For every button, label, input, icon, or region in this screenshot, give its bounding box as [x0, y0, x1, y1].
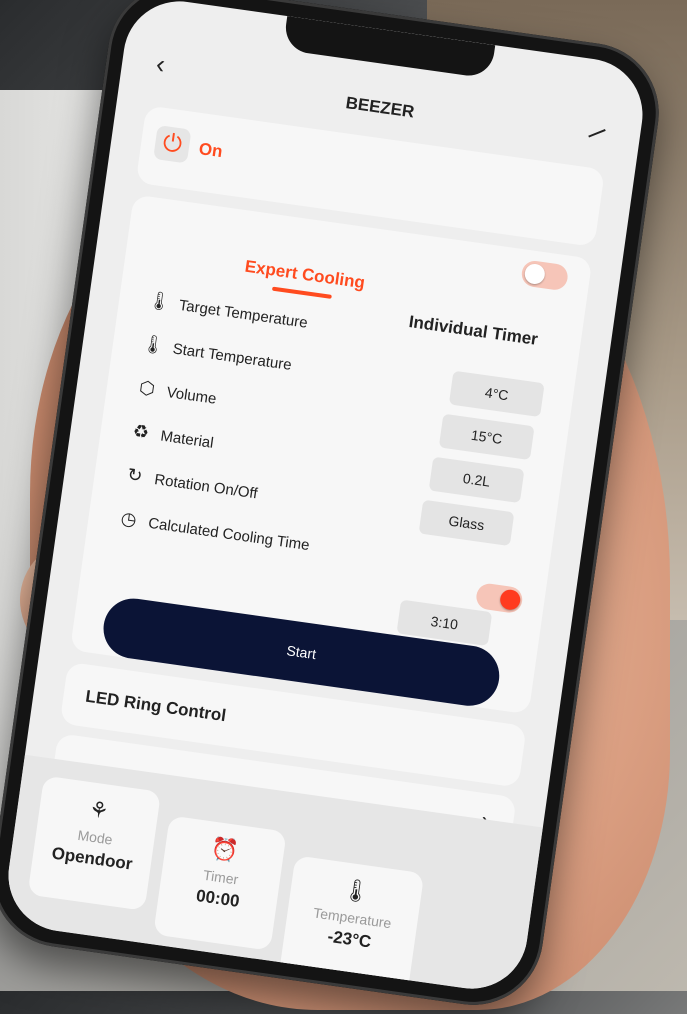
power-icon[interactable]: ⏻ — [153, 125, 192, 164]
power-status: On — [197, 139, 224, 162]
material-value[interactable]: 0.2L — [428, 456, 525, 504]
setting-volume: ⬡ Volume — [132, 377, 218, 418]
setting-label: Rotation On/Off — [153, 471, 259, 503]
rotation-value[interactable]: Glass — [418, 499, 515, 547]
tab-indicator — [271, 286, 332, 299]
setting-target-temperature: 🌡 Target Temperature — [145, 289, 309, 341]
setting-cooling-time: ◷ Calculated Cooling Time — [114, 507, 311, 564]
setting-label: Calculated Cooling Time — [147, 514, 311, 555]
start-temperature-value[interactable]: 4°C — [448, 370, 545, 418]
rotation-toggle[interactable] — [474, 582, 524, 615]
timer-tile[interactable]: ⏰ Timer 00:00 — [153, 815, 287, 951]
setting-label: Volume — [165, 383, 218, 408]
phone-screen: ‹ BEEZER ⏻ On Expert Cooling Individual … — [1, 0, 650, 996]
recycle-icon: ♻ — [131, 420, 151, 443]
clock-icon: ◷ — [119, 507, 138, 530]
thermometer-icon: 🌡 — [146, 289, 173, 313]
led-ring-control-label: LED Ring Control — [84, 686, 228, 726]
cooling-card: Expert Cooling Individual Timer 🌡 Target … — [69, 194, 593, 715]
power-toggle[interactable] — [520, 259, 570, 292]
notch — [282, 15, 495, 79]
setting-label: Target Temperature — [177, 296, 309, 332]
mode-tile[interactable]: ⚘ Mode Opendoor — [27, 775, 162, 911]
setting-start-temperature: 🌡 Start Temperature — [139, 333, 293, 384]
temperature-tile[interactable]: 🌡 Temperature -23°C — [278, 855, 425, 993]
thermometer-down-icon: 🌡 — [140, 333, 166, 357]
cube-icon: ⬡ — [137, 377, 157, 400]
setting-material: ♻ Material — [126, 420, 215, 462]
setting-label: Start Temperature — [171, 340, 293, 374]
setting-rotation: ↻ Rotation On/Off — [120, 464, 259, 513]
volume-value[interactable]: 15°C — [438, 413, 535, 461]
rotate-icon: ↻ — [126, 464, 144, 487]
tab-expert-cooling[interactable]: Expert Cooling — [244, 257, 366, 294]
setting-label: Material — [159, 427, 215, 452]
tab-individual-timer[interactable]: Individual Timer — [408, 312, 539, 350]
